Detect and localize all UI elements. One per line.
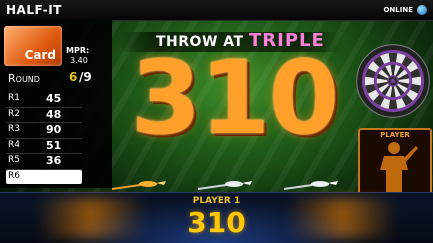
round-label: Round: [8, 72, 40, 85]
player-silhouette-icon: [380, 142, 418, 194]
round-row-5: R5 36: [6, 154, 82, 170]
game-mode-title: HALF-IT: [6, 3, 62, 17]
round-row-label: R4: [8, 139, 20, 150]
player-total-score: 310: [187, 206, 246, 239]
round-row-score: 51: [46, 138, 62, 152]
current-score: 310: [130, 39, 340, 158]
round-row-label: R2: [8, 108, 20, 119]
player-panel: PLAYER: [358, 128, 432, 196]
round-current: 6: [69, 70, 78, 84]
card-badge: Card: [4, 26, 62, 66]
round-row-label: R1: [8, 93, 20, 103]
round-row-score: 45: [46, 92, 62, 105]
game-screen: HALF-IT ONLINE Card MPR: 3.40 Round 6 /9…: [0, 0, 433, 243]
round-row-label: R6: [8, 170, 20, 181]
round-score-list: R1 45 R2 48 R3 90 R4 51 R5 36 R6: [6, 92, 82, 184]
dartboard-icon: [356, 44, 430, 118]
dart-icon: [197, 181, 252, 190]
mpr-label: MPR:: [66, 46, 90, 55]
round-row-score: 90: [46, 123, 62, 136]
dart-icon: [111, 181, 166, 190]
top-bar: HALF-IT ONLINE: [0, 0, 433, 21]
round-total: /9: [79, 70, 92, 84]
online-status: ONLINE: [383, 6, 413, 14]
round-row-label: R3: [8, 124, 20, 134]
round-row-label: R5: [8, 155, 20, 165]
round-row-1: R1 45: [6, 92, 82, 108]
mpr-value: 3.40: [70, 56, 88, 65]
card-label: Card: [24, 48, 56, 62]
player-name: PLAYER 1: [192, 196, 241, 206]
round-row-score: 36: [46, 154, 62, 167]
round-row-2: R2 48: [6, 107, 82, 123]
stats-panel: Card MPR: 3.40 Round 6 /9 R1 45 R2 48 R3…: [0, 20, 112, 188]
round-row-4: R4 51: [6, 138, 82, 154]
round-row-score: 48: [46, 107, 62, 121]
globe-icon: [417, 5, 427, 15]
dart-icon: [283, 181, 338, 190]
dart-tray: [104, 178, 356, 192]
player-panel-label: PLAYER: [380, 131, 410, 139]
round-row-6-active: R6: [6, 169, 82, 184]
round-row-3: R3 90: [6, 123, 82, 139]
